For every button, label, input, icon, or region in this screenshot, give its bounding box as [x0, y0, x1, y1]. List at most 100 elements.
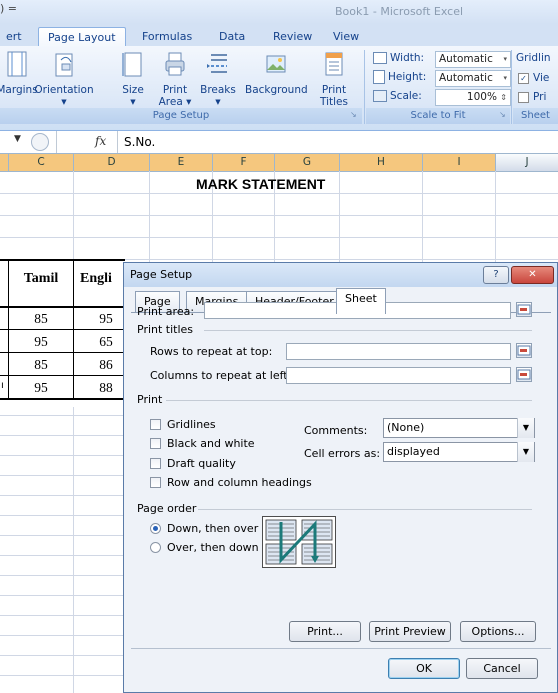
tab-view[interactable]: View — [324, 27, 368, 46]
range-select-icon — [517, 304, 531, 315]
section-divider — [198, 509, 532, 510]
header-cell-tamil[interactable]: Tamil — [9, 271, 73, 287]
height-icon — [373, 70, 385, 84]
tab-data[interactable]: Data — [210, 27, 254, 46]
background-label: Background — [245, 84, 308, 96]
formula-bar: ▼ fx S.No. — [0, 131, 558, 154]
column-header-c[interactable]: C — [9, 154, 74, 171]
column-headers: C D E F G H I J — [0, 154, 558, 172]
column-header-b[interactable] — [0, 154, 9, 171]
column-header-h[interactable]: H — [340, 154, 423, 171]
group-separator — [511, 50, 512, 124]
orientation-icon — [55, 53, 73, 77]
gridlines-view-option[interactable]: ✓ Vie — [518, 70, 549, 87]
width-combo[interactable]: Automatic ▾ — [435, 51, 511, 68]
cols-repeat-collapse-button[interactable] — [516, 367, 532, 382]
printer-icon — [165, 52, 185, 76]
cell-errors-label: Cell errors as: — [304, 447, 381, 460]
help-icon: ? — [493, 269, 499, 280]
scale-icon — [373, 90, 387, 102]
cols-repeat-input[interactable] — [286, 367, 511, 384]
spinner-icon: ⇕ — [500, 93, 507, 102]
checkbox-icon — [518, 91, 529, 103]
function-wizard-icon[interactable] — [31, 133, 49, 151]
comments-select[interactable]: (None) ▼ — [383, 418, 535, 438]
table-cell[interactable]: 95 — [9, 380, 73, 396]
size-label: Size — [122, 84, 144, 96]
print-area-collapse-button[interactable] — [516, 302, 532, 317]
table-border — [0, 398, 125, 400]
cols-repeat-label: Columns to repeat at left: — [150, 369, 292, 382]
checkbox-checked-icon: ✓ — [518, 72, 529, 84]
scale-to-fit-group-label: Scale to Fit — [366, 108, 510, 124]
window-title: Book1 - Microsoft Excel — [335, 5, 464, 18]
scale-spinner[interactable]: 100% ⇕ — [435, 89, 511, 106]
width-dropdown-icon: ▾ — [503, 55, 507, 63]
ok-button[interactable]: OK — [388, 658, 460, 679]
height-combo[interactable]: Automatic ▾ — [435, 70, 511, 87]
column-header-g[interactable]: G — [275, 154, 340, 171]
print-area-label: Print area: — [137, 305, 195, 318]
orientation-button[interactable]: Orientation ▼ — [34, 50, 94, 108]
rows-repeat-label: Rows to repeat at top: — [150, 345, 273, 358]
background-icon — [266, 55, 286, 73]
close-button[interactable]: ✕ — [511, 266, 554, 284]
orientation-dropdown-icon: ▼ — [61, 98, 67, 106]
insert-function-icon[interactable]: fx — [95, 134, 106, 148]
page-setup-group-label: Page Setup — [0, 108, 362, 124]
checkbox-icon — [150, 458, 161, 469]
rows-repeat-collapse-button[interactable] — [516, 343, 532, 358]
print-preview-button[interactable]: Print Preview — [369, 621, 451, 642]
print-section-heading: Print — [137, 393, 163, 406]
background-button[interactable]: Background — [245, 50, 308, 96]
quick-access-toolbar[interactable]: ) = — [0, 2, 17, 15]
name-box-dropdown-icon[interactable]: ▼ — [14, 134, 21, 144]
table-cell[interactable]: 85 — [9, 357, 73, 373]
size-icon — [122, 52, 142, 77]
checkbox-icon — [150, 438, 161, 449]
grid-line — [0, 237, 558, 238]
column-header-i[interactable]: I — [423, 154, 496, 171]
breaks-button[interactable]: Breaks ▼ — [200, 50, 236, 108]
cancel-button[interactable]: Cancel — [466, 658, 538, 679]
scale-launcher-icon[interactable]: ↘ — [499, 110, 506, 119]
print-titles-button[interactable]: Print Titles — [316, 50, 352, 108]
radio-selected-icon — [150, 523, 161, 534]
options-button[interactable]: Options... — [460, 621, 536, 642]
column-header-j[interactable]: J — [496, 154, 558, 171]
tab-review[interactable]: Review — [264, 27, 321, 46]
grid-line — [0, 193, 558, 194]
page-setup-launcher-icon[interactable]: ↘ — [350, 110, 357, 119]
table-border — [0, 306, 125, 308]
tab-page-layout[interactable]: Page Layout — [38, 27, 126, 47]
cell-fragment[interactable]: ı — [1, 380, 4, 391]
gridlines-print-option[interactable]: Pri — [518, 89, 546, 106]
size-button[interactable]: Size ▼ — [118, 50, 148, 108]
sheet-title[interactable]: MARK STATEMENT — [196, 176, 325, 192]
print-button[interactable]: Print... — [289, 621, 361, 642]
size-dropdown-icon: ▼ — [130, 98, 136, 106]
table-cell[interactable]: 85 — [9, 311, 73, 327]
formula-content[interactable]: S.No. — [124, 135, 155, 149]
rows-repeat-input[interactable] — [286, 343, 511, 360]
orientation-label: Orientation — [34, 84, 94, 96]
print-area-button[interactable]: Print Area ▾ — [155, 50, 195, 108]
tab-insert[interactable]: ert — [0, 27, 31, 46]
cell-errors-select[interactable]: displayed ▼ — [383, 442, 535, 462]
grid-line — [0, 215, 558, 216]
section-divider — [166, 400, 532, 401]
checkbox-icon — [150, 477, 161, 488]
table-cell[interactable]: 95 — [9, 334, 73, 350]
dialog-title-bar[interactable]: Page Setup ? ✕ — [124, 263, 557, 287]
column-header-e[interactable]: E — [150, 154, 213, 171]
help-button[interactable]: ? — [483, 266, 509, 284]
tab-formulas[interactable]: Formulas — [133, 27, 201, 46]
print-titles-heading: Print titles — [137, 323, 194, 336]
dropdown-arrow-icon: ▼ — [517, 418, 534, 438]
table-border — [0, 352, 125, 353]
column-header-f[interactable]: F — [213, 154, 275, 171]
column-header-d[interactable]: D — [74, 154, 150, 171]
page-order-heading: Page order — [137, 502, 197, 515]
header-cell-english[interactable]: Engli — [74, 271, 125, 287]
tab-sheet[interactable]: Sheet — [336, 288, 386, 314]
